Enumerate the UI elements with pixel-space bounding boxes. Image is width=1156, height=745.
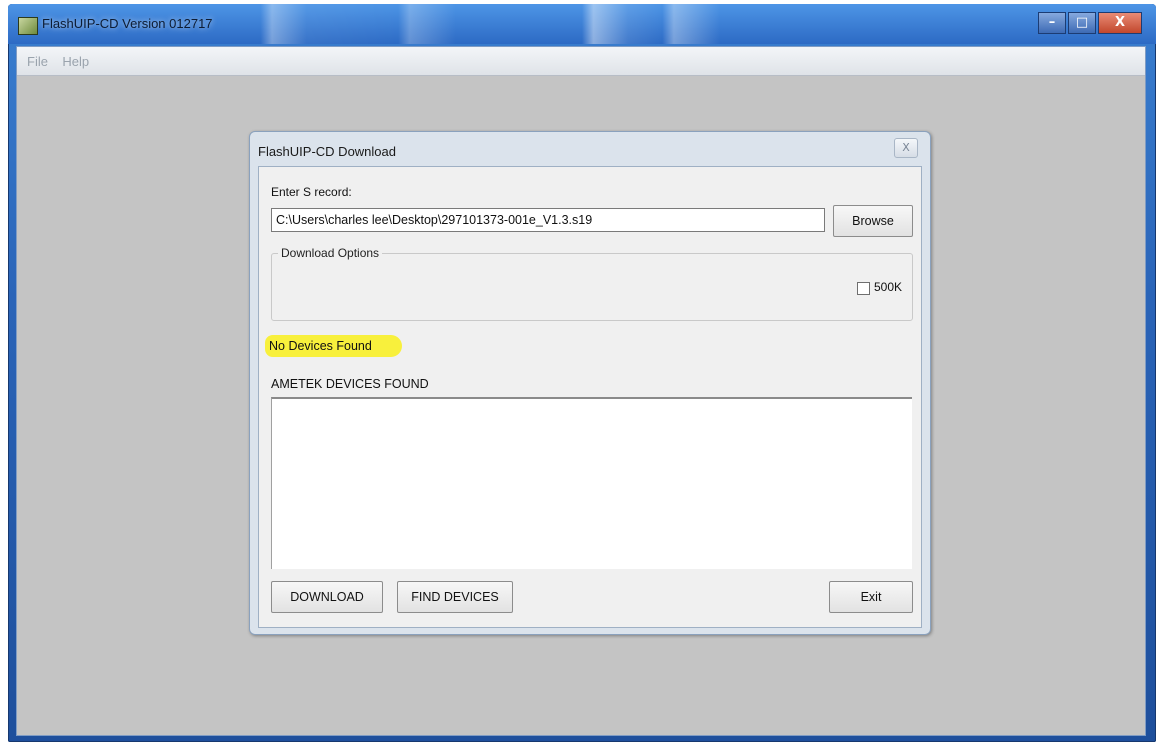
browse-button[interactable]: Browse (833, 205, 913, 237)
status-text: No Devices Found (265, 335, 402, 357)
close-button[interactable]: X (1098, 12, 1142, 34)
maximize-button[interactable]: □ (1068, 12, 1096, 34)
menu-help[interactable]: Help (62, 54, 89, 69)
download-dialog: FlashUIP-CD Download X Enter S record: B… (249, 131, 931, 635)
exit-button[interactable]: Exit (829, 581, 913, 613)
find-devices-button[interactable]: FIND DEVICES (397, 581, 513, 613)
srecord-label: Enter S record: (271, 185, 352, 199)
menu-file[interactable]: File (27, 54, 48, 69)
title-bar[interactable]: FlashUIP-CD Version 012717 – □ X (8, 4, 1156, 44)
window-title: FlashUIP-CD Version 012717 (42, 16, 213, 31)
download-options-label: Download Options (278, 246, 383, 260)
500k-label: 500K (874, 280, 903, 294)
window-controls: – □ X (1036, 12, 1142, 34)
srecord-input[interactable] (271, 208, 825, 232)
devices-list-label: AMETEK DEVICES FOUND (271, 377, 429, 391)
500k-checkbox[interactable] (857, 282, 870, 295)
minimize-button[interactable]: – (1038, 12, 1066, 34)
download-button[interactable]: DOWNLOAD (271, 581, 383, 613)
dialog-title: FlashUIP-CD Download (258, 144, 396, 159)
dialog-body: Enter S record: Browse Download Options … (258, 166, 922, 628)
app-icon (18, 17, 38, 35)
devices-list[interactable] (271, 397, 912, 569)
dialog-close-button[interactable]: X (894, 138, 918, 158)
download-options-group: Download Options 500K (271, 246, 913, 321)
client-area: File Help FlashUIP-CD Download X Enter S… (16, 46, 1146, 736)
main-window: FlashUIP-CD Version 012717 – □ X File He… (8, 4, 1156, 742)
menu-bar: File Help (17, 47, 1145, 76)
